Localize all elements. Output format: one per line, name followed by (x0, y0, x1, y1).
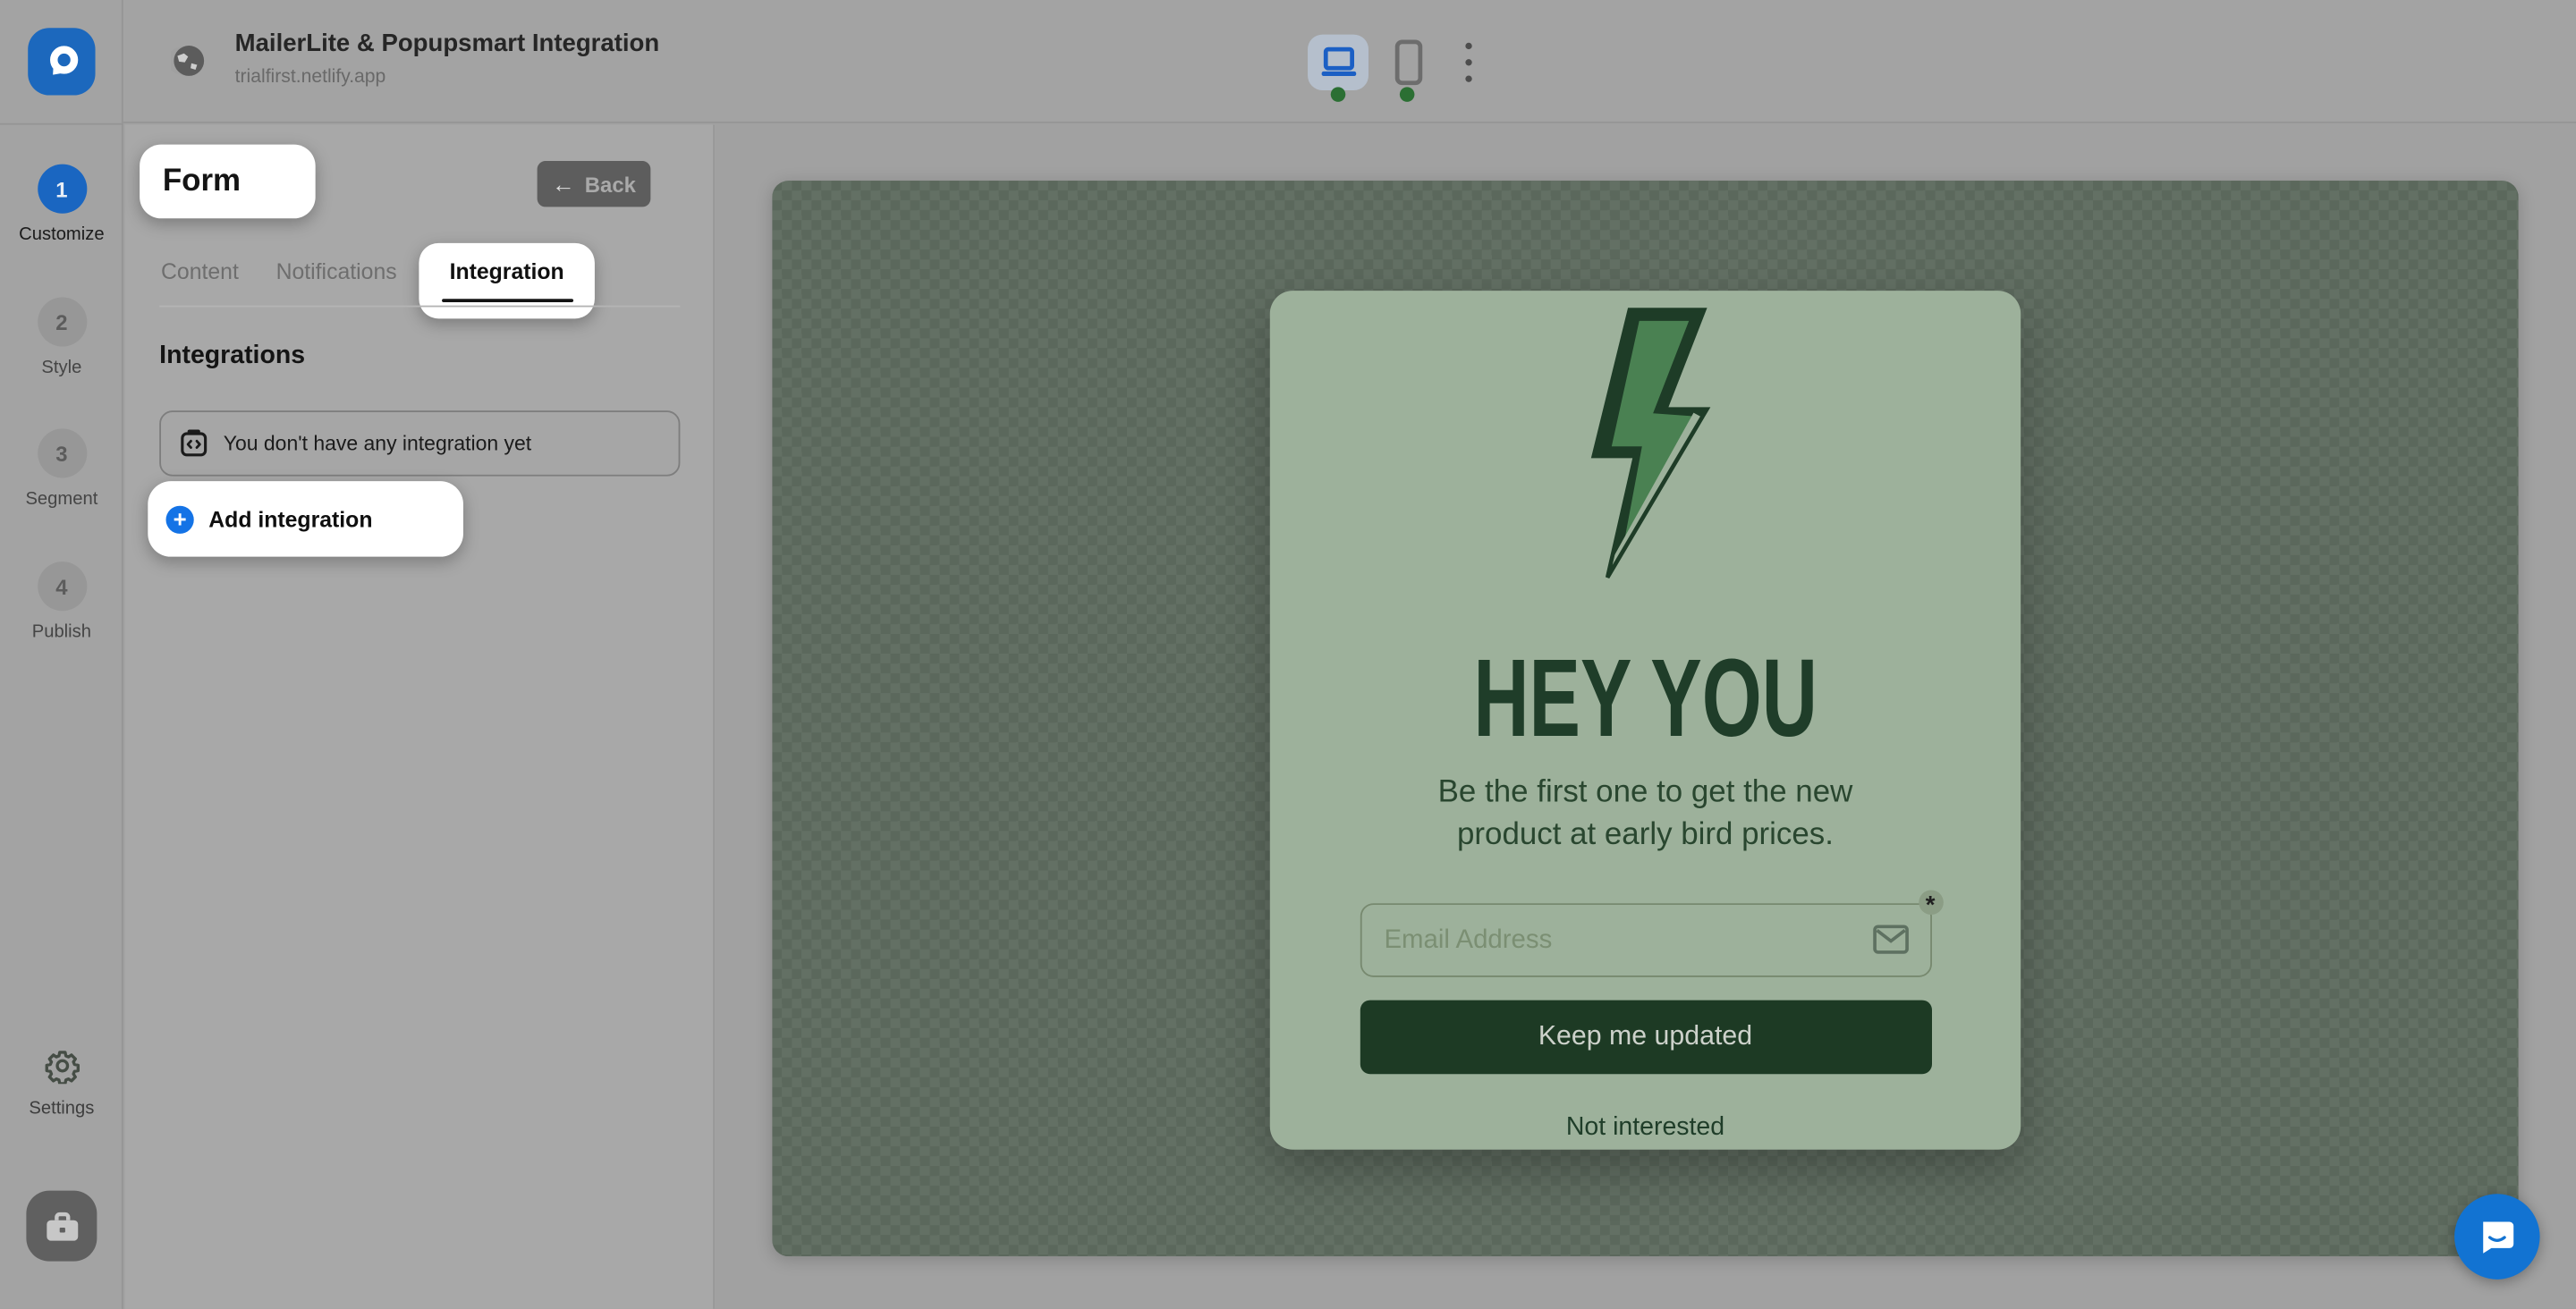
popup-card: HEY YOU Be the first one to get the new … (1269, 291, 2021, 1150)
mobile-preview-toggle[interactable] (1385, 38, 1430, 87)
settings-label: Settings (29, 1098, 95, 1119)
step-number-badge: 3 (37, 428, 87, 478)
step-number-badge: 1 (37, 164, 87, 214)
plus-icon: + (165, 504, 194, 534)
step-sidebar: 1 Customize 2 Style 3 Segment 4 Publish … (0, 0, 123, 1309)
add-integration-button[interactable]: + Add integration (148, 481, 463, 557)
chat-launcher-button[interactable] (2454, 1194, 2540, 1279)
sidebar-step-customize[interactable]: 1 Customize (0, 164, 123, 245)
form-title-highlight: Form (140, 144, 316, 219)
sidebar-divider (0, 122, 123, 125)
lightning-bolt-icon (1589, 308, 1710, 579)
campaign-url: trialfirst.netlify.app (234, 67, 386, 88)
integration-empty-state: You don't have any integration yet (159, 410, 681, 477)
sidebar-step-segment[interactable]: 3 Segment (0, 428, 123, 509)
dismiss-link[interactable]: Not interested (1566, 1113, 1724, 1143)
mobile-icon (1394, 39, 1422, 86)
submit-button[interactable]: Keep me updated (1359, 1000, 1932, 1075)
desktop-active-dot (1330, 87, 1346, 102)
popupsmart-logo-icon (49, 45, 78, 74)
tab-content[interactable]: Content (161, 259, 239, 284)
back-arrow-icon: ← (552, 171, 575, 198)
integrations-section-title: Integrations (159, 342, 306, 370)
kebab-dot (1465, 59, 1472, 66)
globe-icon (171, 46, 205, 76)
mail-icon (1872, 925, 1908, 954)
briefcase-icon (46, 1211, 78, 1240)
lightning-logo (1576, 304, 1714, 593)
email-field-row: * (1359, 890, 1943, 977)
sidebar-step-style[interactable]: 2 Style (0, 297, 123, 377)
popupsmart-logo[interactable] (28, 28, 96, 96)
email-input[interactable] (1359, 903, 1932, 977)
tab-integration[interactable]: Integration (419, 242, 595, 319)
popup-preview-stage: HEY YOU Be the first one to get the new … (772, 181, 2519, 1257)
form-settings-panel: Form ← Back Content Notifications Integr… (124, 124, 715, 1309)
panel-tabs: Content Notifications Integration (125, 242, 715, 319)
sidebar-settings[interactable]: Settings (0, 1048, 123, 1119)
step-number-badge: 4 (37, 562, 87, 612)
step-number-badge: 2 (37, 297, 87, 347)
step-label: Style (41, 358, 82, 378)
panel-title: Form (162, 163, 242, 198)
desktop-preview-toggle[interactable] (1308, 34, 1368, 91)
tabs-divider (159, 305, 681, 308)
kebab-dot (1465, 42, 1472, 50)
chat-bubble-icon (2483, 1221, 2514, 1254)
kebab-menu-button[interactable] (1454, 39, 1484, 85)
step-label: Segment (25, 489, 98, 510)
workspace-button[interactable] (26, 1190, 97, 1262)
step-label: Customize (19, 224, 105, 245)
popup-subtitle: Be the first one to get the new product … (1437, 774, 1853, 853)
step-label: Publish (31, 622, 91, 643)
integration-icon (181, 429, 208, 457)
desktop-icon (1320, 46, 1356, 77)
empty-state-message: You don't have any integration yet (223, 432, 532, 455)
active-tab-underline (441, 298, 573, 303)
kebab-dot (1465, 75, 1472, 82)
mobile-active-dot (1399, 87, 1415, 102)
tab-notifications[interactable]: Notifications (276, 259, 397, 284)
top-header: MailerLite & Popupsmart Integration tria… (123, 0, 2576, 123)
popup-heading: HEY YOU (1473, 636, 1818, 760)
sidebar-step-publish[interactable]: 4 Publish (0, 562, 123, 642)
app-window: 1 Customize 2 Style 3 Segment 4 Publish … (0, 0, 2576, 1309)
gear-icon (44, 1051, 80, 1085)
required-asterisk: * (1918, 890, 1943, 918)
campaign-title: MailerLite & Popupsmart Integration (234, 30, 660, 58)
back-button[interactable]: ← Back (537, 160, 651, 207)
